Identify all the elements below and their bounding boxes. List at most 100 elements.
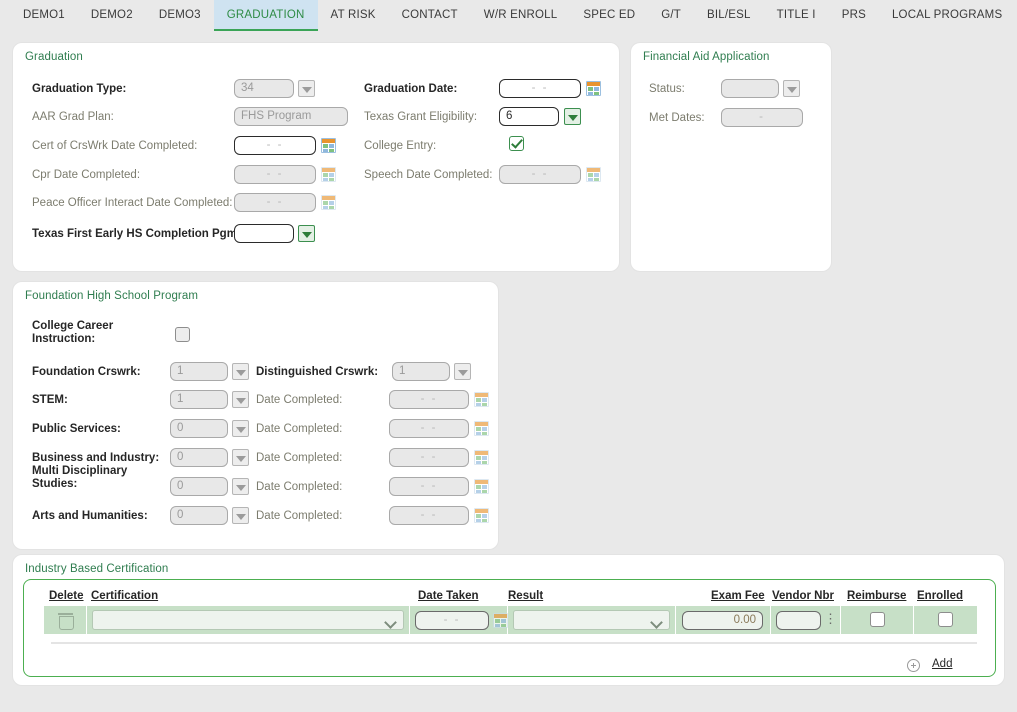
foundation-crswrk-label: Foundation Crswrk: [32, 366, 141, 379]
foundation-panel-title: Foundation High School Program [25, 290, 198, 302]
reimburse-checkbox[interactable] [870, 612, 885, 627]
calendar-icon [474, 508, 489, 523]
financial-aid-panel-title: Financial Aid Application [643, 51, 770, 63]
aar-grad-plan-label: AAR Grad Plan: [32, 111, 114, 124]
public-services-dropdown-arrow [232, 420, 249, 437]
tab-local-programs[interactable]: LOCAL PROGRAMS [879, 0, 1015, 29]
exam-fee-field[interactable]: 0.00 [682, 611, 763, 630]
tab-demo2[interactable]: DEMO2 [78, 0, 146, 29]
calendar-icon [474, 392, 489, 407]
graduation-date-label: Graduation Date: [364, 83, 457, 96]
multi-disciplinary-studies-label: Multi Disciplinary Studies: [32, 465, 152, 491]
financial-aid-status-field [721, 79, 779, 98]
tab-bil-esl[interactable]: BIL/ESL [694, 0, 764, 29]
foundation-crswrk-dropdown-arrow [232, 363, 249, 380]
ibc-header-enrolled[interactable]: Enrolled [917, 590, 963, 602]
cert-crswrk-date-field[interactable]: - - [234, 136, 316, 155]
calendar-icon [474, 421, 489, 436]
public-services-label: Public Services: [32, 423, 121, 436]
financial-aid-status-label: Status: [649, 83, 685, 96]
ibc-header-exam-fee[interactable]: Exam Fee [711, 590, 765, 602]
business-industry-date-completed-label: Date Completed: [256, 452, 342, 465]
ibc-header-vendor-nbr[interactable]: Vendor Nbr [772, 590, 834, 602]
tab-contact[interactable]: CONTACT [389, 0, 471, 29]
ibc-header-result[interactable]: Result [508, 590, 543, 602]
college-entry-label: College Entry: [364, 140, 436, 153]
texas-grant-eligibility-dropdown-arrow[interactable] [564, 108, 581, 125]
texas-first-early-hs-dropdown-arrow[interactable] [298, 225, 315, 242]
calendar-icon [321, 195, 336, 210]
distinguished-crswrk-field: 1 [392, 362, 450, 381]
tab-graduation[interactable]: GRADUATION [214, 0, 318, 29]
met-dates-label: Met Dates: [649, 112, 705, 125]
college-entry-checkbox[interactable] [509, 136, 524, 151]
tab-wr-enroll[interactable]: W/R ENROLL [471, 0, 571, 29]
business-industry-field: 0 [170, 448, 228, 467]
tab-prs[interactable]: PRS [829, 0, 879, 29]
calendar-icon [474, 450, 489, 465]
arts-humanities-date-completed-field: - - [389, 506, 469, 525]
tab-title-i[interactable]: TITLE I [764, 0, 829, 29]
stem-field: 1 [170, 390, 228, 409]
graduation-date-field[interactable]: - - [499, 79, 581, 98]
add-row-button[interactable]: Add [932, 658, 952, 670]
graduation-type-field[interactable]: 34 [234, 79, 294, 98]
ibc-header-date-taken[interactable]: Date Taken [418, 590, 479, 602]
stem-dropdown-arrow [232, 391, 249, 408]
ibc-header-reimburse[interactable]: Reimburse [847, 590, 906, 602]
calendar-icon [321, 167, 336, 182]
calendar-icon[interactable] [493, 613, 508, 628]
tab-demo3[interactable]: DEMO3 [146, 0, 214, 29]
ibc-panel-title: Industry Based Certification [25, 563, 168, 575]
graduation-type-dropdown-arrow[interactable] [298, 80, 315, 97]
peace-officer-date-label: Peace Officer Interact Date Completed: [32, 197, 233, 210]
foundation-hs-program-panel: Foundation High School Program College C… [12, 281, 499, 550]
add-row-plus-icon[interactable] [907, 659, 920, 672]
ibc-grid: Delete Certification Date Taken Result E… [23, 579, 996, 677]
tab-spec-ed[interactable]: SPEC ED [570, 0, 648, 29]
stem-label: STEM: [32, 394, 68, 407]
graduation-type-label: Graduation Type: [32, 83, 126, 96]
tab-demo1[interactable]: DEMO1 [10, 0, 78, 29]
stem-date-completed-field: - - [389, 390, 469, 409]
result-select[interactable] [513, 610, 670, 630]
texas-first-early-hs-label: Texas First Early HS Completion Pgm: [32, 228, 241, 241]
texas-first-early-hs-field[interactable] [234, 224, 294, 243]
stem-date-completed-label: Date Completed: [256, 394, 342, 407]
texas-grant-eligibility-field[interactable]: 6 [499, 107, 559, 126]
financial-aid-status-dropdown-arrow [783, 80, 800, 97]
date-taken-field[interactable]: - - [415, 611, 489, 630]
calendar-icon [586, 167, 601, 182]
tab-at-risk[interactable]: AT RISK [318, 0, 389, 29]
speech-date-label: Speech Date Completed: [364, 169, 493, 182]
calendar-icon[interactable] [321, 138, 336, 153]
vendor-nbr-field[interactable] [776, 611, 821, 630]
cert-crswrk-date-label: Cert of CrsWrk Date Completed: [32, 140, 197, 153]
business-industry-label: Business and Industry: [32, 452, 159, 465]
business-industry-dropdown-arrow [232, 449, 249, 466]
speech-date-field: - - [499, 165, 581, 184]
graduation-panel-title: Graduation [25, 51, 83, 63]
public-services-date-completed-field: - - [389, 419, 469, 438]
college-career-instruction-checkbox[interactable] [175, 327, 190, 342]
aar-grad-plan-field: FHS Program [234, 107, 348, 126]
industry-based-certification-panel: Industry Based Certification Delete Cert… [12, 554, 1005, 686]
calendar-icon[interactable] [586, 81, 601, 96]
multi-disciplinary-studies-dropdown-arrow [232, 478, 249, 495]
multi-disciplinary-date-completed-field: - - [389, 477, 469, 496]
tab-gt[interactable]: G/T [648, 0, 694, 29]
ibc-header-certification[interactable]: Certification [91, 590, 158, 602]
graduation-panel: Graduation Graduation Type: 34 AAR Grad … [12, 42, 620, 272]
peace-officer-date-field: - - [234, 193, 316, 212]
college-career-instruction-label: College Career Instruction: [32, 320, 127, 346]
enrolled-checkbox[interactable] [938, 612, 953, 627]
delete-row-trash-icon [59, 613, 72, 628]
main-tab-bar: DEMO1 DEMO2 DEMO3 GRADUATION AT RISK CON… [0, 0, 1017, 33]
distinguished-crswrk-dropdown-arrow [454, 363, 471, 380]
vendor-nbr-more-icon[interactable]: ⋮ [824, 611, 834, 629]
foundation-crswrk-field: 1 [170, 362, 228, 381]
multi-disciplinary-date-completed-label: Date Completed: [256, 481, 342, 494]
arts-humanities-field: 0 [170, 506, 228, 525]
certification-select[interactable] [92, 610, 404, 630]
multi-disciplinary-studies-field: 0 [170, 477, 228, 496]
